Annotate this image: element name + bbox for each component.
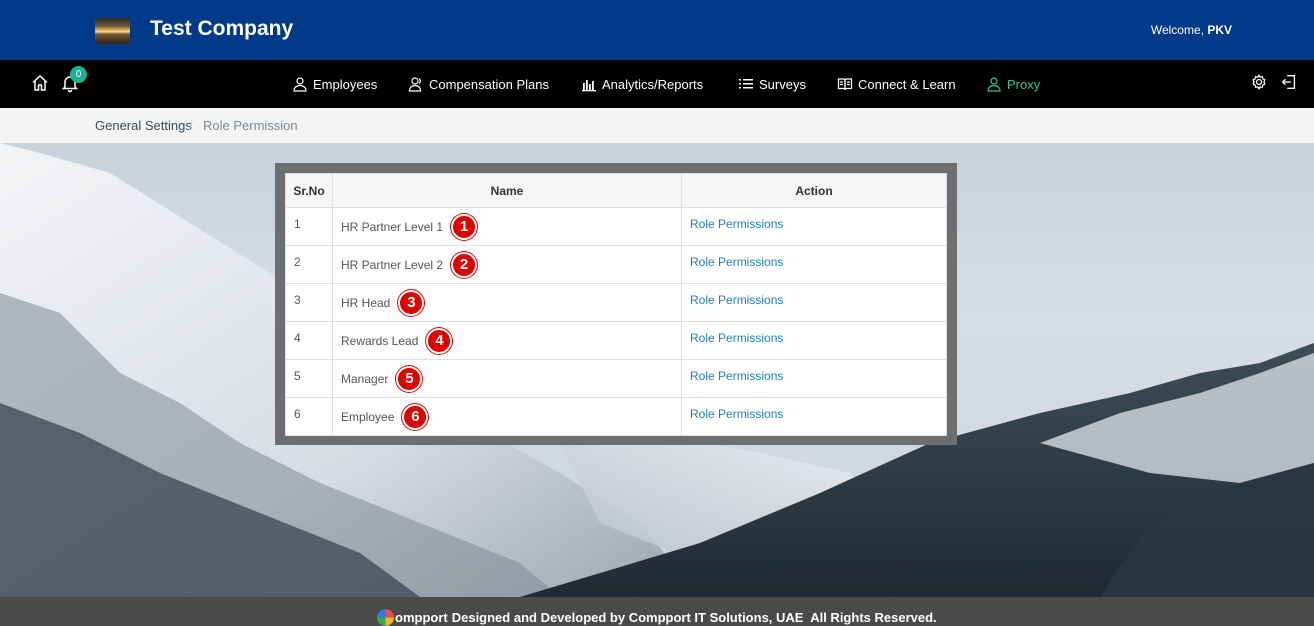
cell-name: Rewards Lead 4 — [332, 321, 682, 360]
cell-srno: 3 — [285, 283, 333, 322]
footer-text-wrap: ompport Designed and Developed by Comppo… — [377, 609, 937, 626]
cell-action: Role Permissions — [681, 245, 947, 284]
nav-connect-learn[interactable]: Connect & Learn — [837, 74, 956, 94]
cell-srno: 5 — [285, 359, 333, 398]
notification-badge: 0 — [70, 66, 87, 83]
role-permissions-link[interactable]: Role Permissions — [690, 369, 783, 383]
nav-surveys-label: Surveys — [759, 76, 806, 92]
table-header-row: Sr.No Name Action — [285, 173, 947, 208]
home-icon[interactable] — [30, 73, 50, 93]
table-row: 2 HR Partner Level 2 2 Role Permissions — [285, 245, 947, 284]
number-marker: 6 — [402, 404, 429, 430]
role-permissions-link[interactable]: Role Permissions — [690, 331, 783, 345]
cell-srno: 6 — [285, 397, 333, 436]
cell-action: Role Permissions — [681, 397, 947, 436]
role-permissions-link[interactable]: Role Permissions — [690, 217, 783, 231]
role-name: HR Partner Level 2 — [341, 258, 444, 272]
cell-srno: 4 — [285, 321, 333, 360]
column-header-action: Action — [681, 173, 947, 208]
nav-proxy[interactable]: Proxy — [986, 74, 1040, 94]
table-row: 4 Rewards Lead 4 Role Permissions — [285, 321, 947, 360]
logout-icon[interactable] — [1280, 73, 1300, 93]
cell-srno: 2 — [285, 245, 333, 284]
table-row: 6 Employee 6 Role Permissions — [285, 397, 947, 436]
number-marker: 4 — [426, 328, 453, 354]
user-icon — [987, 77, 1001, 92]
cell-action: Role Permissions — [681, 321, 947, 360]
breadcrumb-separator: / — [189, 118, 193, 133]
bar-chart-icon — [582, 80, 596, 92]
number-marker: 5 — [396, 366, 423, 392]
book-icon — [837, 78, 853, 91]
footer: ompport Designed and Developed by Comppo… — [0, 597, 1314, 626]
table-row: 5 Manager 5 Role Permissions — [285, 359, 947, 398]
role-name: Employee — [341, 410, 395, 424]
cell-name: Employee 6 — [332, 397, 682, 436]
nav-surveys[interactable]: Surveys — [738, 74, 806, 94]
role-permissions-link[interactable]: Role Permissions — [690, 293, 783, 307]
number-marker: 2 — [451, 252, 478, 278]
breadcrumb-general-settings[interactable]: General Settings — [95, 118, 192, 133]
main-nav: Employees Compensation Plans Analytics/R… — [0, 60, 1314, 108]
nav-compensation-plans-label: Compensation Plans — [429, 76, 549, 92]
table-row: 1 HR Partner Level 1 1 Role Permissions — [285, 207, 947, 246]
column-header-srno: Sr.No — [285, 173, 333, 208]
cell-name: HR Partner Level 1 1 — [332, 207, 682, 246]
user-icon — [293, 77, 307, 92]
cell-name: Manager 5 — [332, 359, 682, 398]
cell-action: Role Permissions — [681, 283, 947, 322]
list-icon — [739, 79, 753, 89]
role-permissions-link[interactable]: Role Permissions — [690, 407, 783, 421]
users-icon — [408, 77, 422, 92]
nav-proxy-label: Proxy — [1007, 76, 1041, 92]
top-header: Test Company Welcome, PKV — [0, 0, 1314, 60]
welcome-prefix: Welcome, — [1150, 23, 1204, 37]
cell-action: Role Permissions — [681, 207, 947, 246]
breadcrumb-role-permission: Role Permission — [203, 118, 298, 133]
cell-name: HR Head 3 — [332, 283, 682, 322]
nav-connect-learn-label: Connect & Learn — [858, 76, 956, 92]
gear-icon[interactable] — [1250, 73, 1270, 93]
compport-logo-icon — [377, 609, 394, 626]
welcome-text: Welcome, PKV — [1151, 23, 1232, 37]
role-name: Manager — [341, 372, 389, 386]
number-marker: 3 — [398, 290, 425, 316]
user-name[interactable]: PKV — [1207, 23, 1232, 37]
role-name: HR Head — [341, 296, 391, 310]
role-table: Sr.No Name Action 1 HR Partner Level 11 … — [285, 173, 947, 436]
nav-analytics-reports[interactable]: Analytics/Reports — [581, 74, 703, 94]
role-permissions-link[interactable]: Role Permissions — [690, 255, 783, 269]
company-name: Test Company — [150, 17, 294, 40]
footer-text: Designed and Developed by Compport IT So… — [451, 610, 937, 625]
role-table-panel: Sr.No Name Action 1 HR Partner Level 11 … — [275, 163, 957, 445]
cell-action: Role Permissions — [681, 359, 947, 398]
nav-compensation-plans[interactable]: Compensation Plans — [408, 74, 549, 94]
cell-srno: 1 — [285, 207, 333, 246]
role-name: Rewards Lead — [341, 334, 419, 348]
nav-employees[interactable]: Employees — [292, 74, 377, 94]
cell-name: HR Partner Level 2 2 — [332, 245, 682, 284]
nav-analytics-reports-label: Analytics/Reports — [602, 76, 704, 92]
company-logo[interactable] — [95, 18, 130, 44]
role-name: HR Partner Level 1 — [341, 220, 444, 234]
number-marker: 1 — [451, 214, 478, 240]
footer-logo-text: ompport — [395, 610, 448, 625]
breadcrumb: General Settings / Role Permission — [0, 108, 1314, 143]
nav-employees-label: Employees — [313, 76, 378, 92]
table-row: 3 HR Head 3 Role Permissions — [285, 283, 947, 322]
column-header-name: Name — [332, 173, 682, 208]
